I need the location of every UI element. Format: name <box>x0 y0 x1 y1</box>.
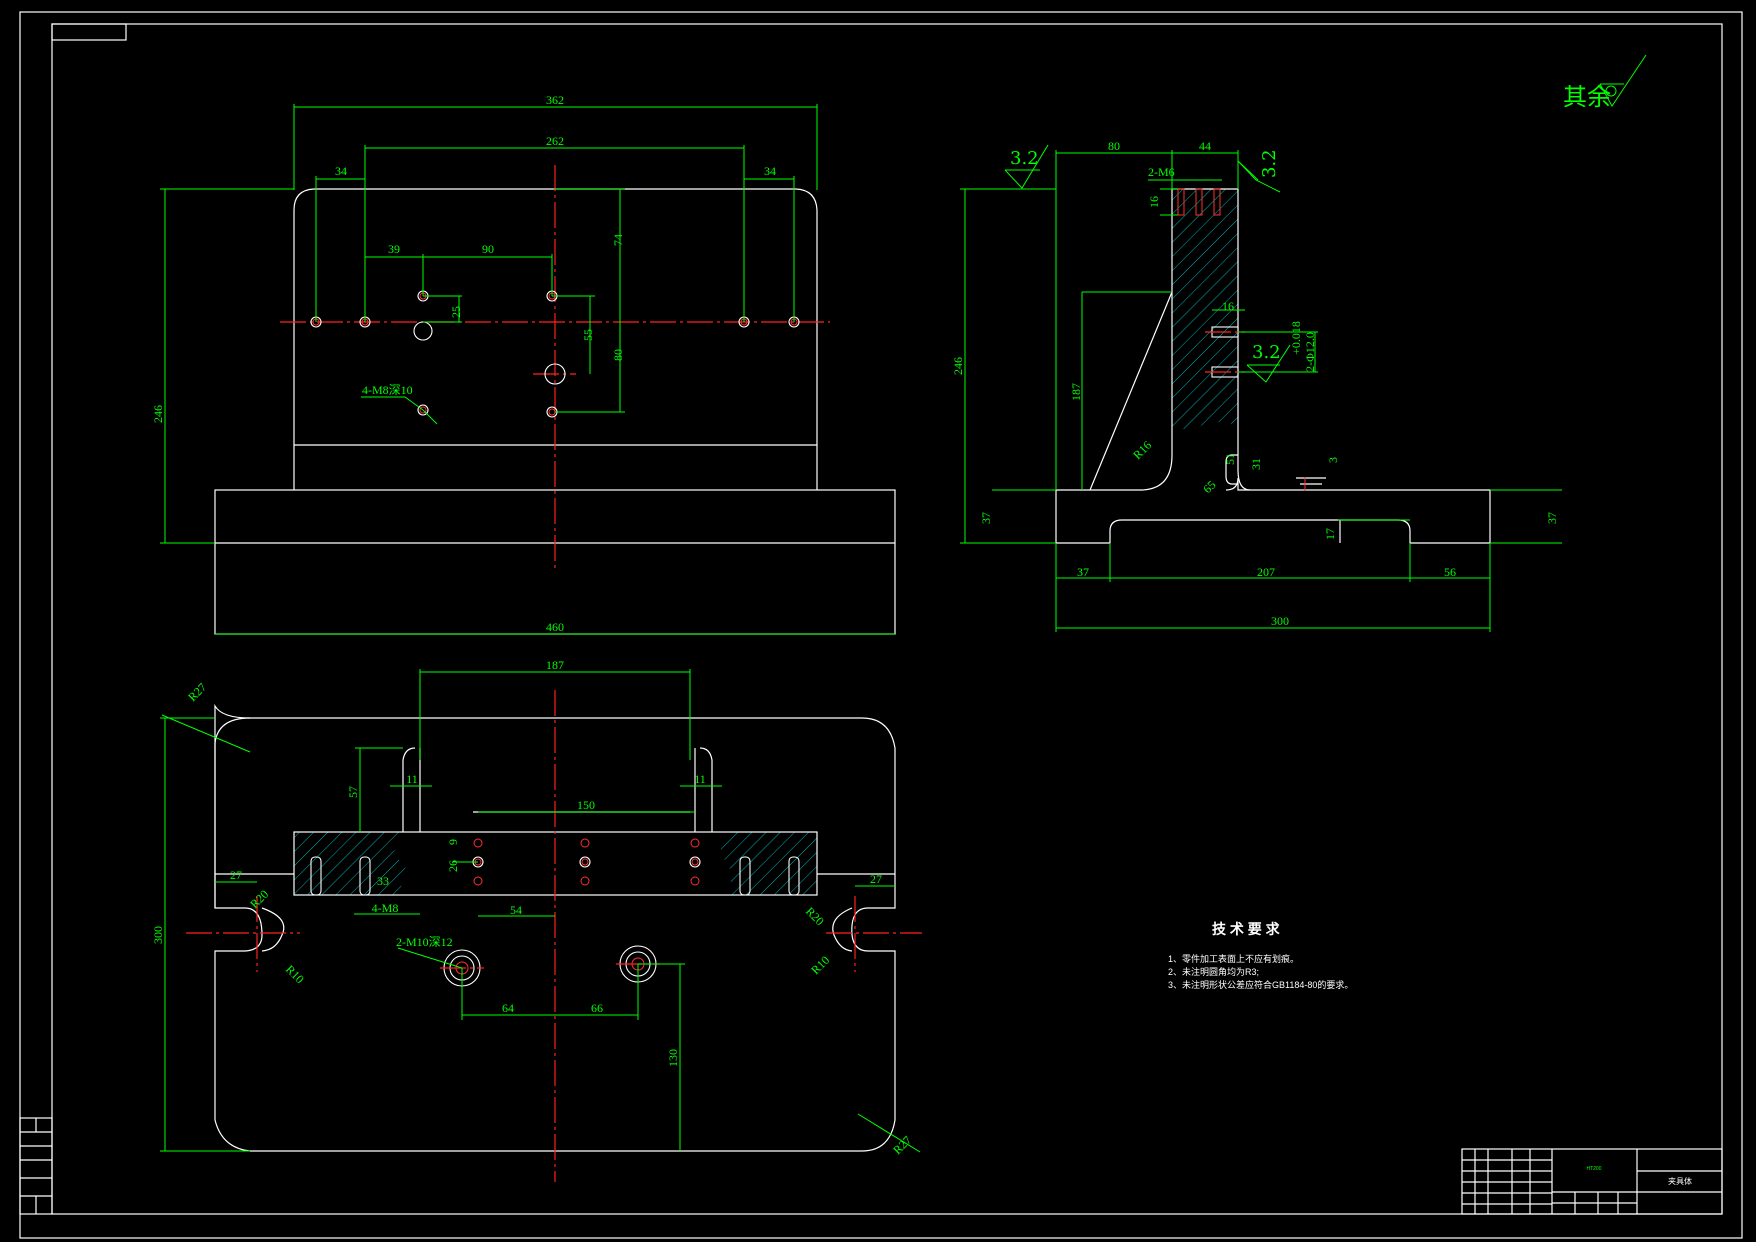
front-view: 362 262 34 34 39 90 25 74 80 55 246 460 … <box>151 93 896 635</box>
tech-item-3: 3、未注明形状公差应符合GB1184-80的要求。 <box>1168 979 1353 990</box>
revision-strip <box>19 1117 53 1215</box>
dim-37-right: 37 <box>1545 512 1559 524</box>
dim-55: 55 <box>581 329 595 341</box>
pin-callout: 2-Φ12.0 <box>1303 332 1317 372</box>
dim-80: 80 <box>1108 139 1120 153</box>
dim-34-right: 34 <box>764 164 776 178</box>
dim-b300: 300 <box>1271 614 1289 628</box>
dim-80: 80 <box>611 349 625 361</box>
dim-54: 54 <box>510 903 522 917</box>
dim-300: 300 <box>151 926 165 944</box>
roughness-left: 3.2 <box>1010 148 1039 169</box>
callout-2-m10: 2-M10深12 <box>396 935 453 949</box>
dim-66: 66 <box>591 1001 603 1015</box>
tech-item-2: 2、未注明圆角均为R3; <box>1168 966 1259 977</box>
dim-3: 3 <box>1326 457 1340 463</box>
dim-r10-left: R10 <box>283 962 307 986</box>
dim-39: 39 <box>388 242 400 256</box>
dim-150: 150 <box>577 798 595 812</box>
dim-74: 74 <box>611 234 625 246</box>
top-dimensions: 187 57 11 11 150 9 26 33 4-M8 54 27 27 R… <box>151 658 921 1157</box>
dim-16-mid: 16 <box>1222 299 1234 313</box>
roughness-top: 3.2 <box>1259 149 1280 178</box>
dim-9: 9 <box>446 839 460 845</box>
dim-27-left: 27 <box>230 868 242 882</box>
dim-26: 26 <box>446 860 460 872</box>
dim-246: 246 <box>951 357 965 375</box>
dim-31: 31 <box>1249 458 1263 470</box>
side-view: 80 44 2-M6 16 16 +0.018 2-Φ12.0 246 187 … <box>951 139 1562 632</box>
dim-b37: 37 <box>1077 565 1089 579</box>
dim-362: 362 <box>546 93 564 107</box>
dim-r27-bottom: R27 <box>890 1133 914 1157</box>
top-view: 187 57 11 11 150 9 26 33 4-M8 54 27 27 R… <box>151 658 922 1182</box>
roughness-general-note: 其余 <box>1563 54 1647 111</box>
dim-27-right: 27 <box>870 872 882 886</box>
dim-25: 25 <box>449 306 463 318</box>
roughness-mid: 3.2 <box>1252 342 1281 363</box>
dim-34-left: 34 <box>335 164 347 178</box>
sheet-frame <box>19 11 1743 1239</box>
engineering-drawing: 其余 362 262 34 34 39 90 25 74 80 55 246 4… <box>19 11 1743 1239</box>
dim-262: 262 <box>546 134 564 148</box>
title-material: HT200 <box>1586 1166 1601 1172</box>
dim-11-right: 11 <box>694 772 706 786</box>
dim-17: 17 <box>1323 528 1337 540</box>
title-part-name: 夹具体 <box>1668 1176 1692 1186</box>
dim-r27-top: R27 <box>185 680 209 704</box>
side-dimensions: 80 44 2-M6 16 16 +0.018 2-Φ12.0 246 187 … <box>951 139 1562 632</box>
title-block: HT200 夹具体 <box>1461 1148 1723 1215</box>
dim-130: 130 <box>666 1049 680 1067</box>
dim-11-left: 11 <box>406 772 418 786</box>
dim-37-left: 37 <box>979 512 993 524</box>
dim-51: 51 <box>1223 453 1237 465</box>
tolerance: +0.018 <box>1289 321 1303 355</box>
dim-b207: 207 <box>1257 565 1275 579</box>
dim-r20-left: R20 <box>247 887 271 911</box>
technical-requirements: 技 术 要 求 1、零件加工表面上不应有划痕。 2、未注明圆角均为R3; 3、未… <box>1168 921 1353 990</box>
callout-4-m8: 4-M8 <box>372 901 399 915</box>
dim-16-top: 16 <box>1147 196 1161 208</box>
dim-187: 187 <box>1069 383 1083 401</box>
dim-33: 33 <box>377 874 389 888</box>
front-dimensions: 362 262 34 34 39 90 25 74 80 55 246 460 … <box>151 93 895 635</box>
callout-2-m6: 2-M6 <box>1148 165 1175 179</box>
dim-64: 64 <box>502 1001 514 1015</box>
dim-65: 65 <box>1200 478 1218 496</box>
dim-b56: 56 <box>1444 565 1456 579</box>
dim-187: 187 <box>546 658 564 672</box>
dim-57: 57 <box>346 786 360 798</box>
roughness-note-text: 其余 <box>1563 83 1611 111</box>
tech-title: 技 术 要 求 <box>1212 921 1281 937</box>
dim-90: 90 <box>482 242 494 256</box>
dim-460: 460 <box>546 620 564 634</box>
tech-item-1: 1、零件加工表面上不应有划痕。 <box>1168 953 1299 964</box>
dim-246: 246 <box>151 405 165 423</box>
dim-44: 44 <box>1199 139 1211 153</box>
dim-r10-right: R10 <box>808 953 832 977</box>
dim-r20-right: R20 <box>803 904 827 928</box>
callout-4-m8: 4-M8深10 <box>362 383 413 397</box>
dim-r16: R16 <box>1130 438 1154 462</box>
